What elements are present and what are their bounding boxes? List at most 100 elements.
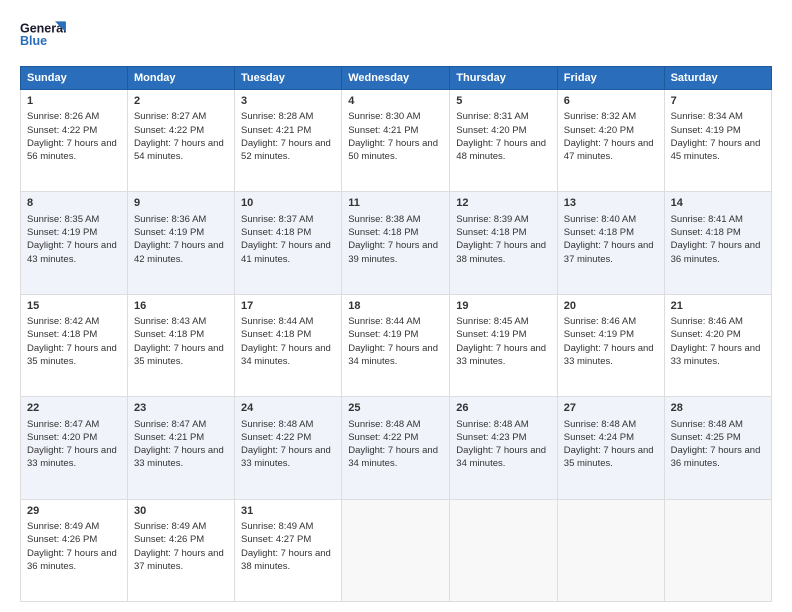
calendar-cell: 23Sunrise: 8:47 AMSunset: 4:21 PMDayligh… [127, 397, 234, 499]
sunrise-text: Sunrise: 8:43 AM [134, 316, 206, 327]
calendar-cell: 22Sunrise: 8:47 AMSunset: 4:20 PMDayligh… [21, 397, 128, 499]
calendar-cell: 16Sunrise: 8:43 AMSunset: 4:18 PMDayligh… [127, 294, 234, 396]
calendar-week-row: 1 Sunrise: 8:26 AM Sunset: 4:22 PM Daylight… [21, 90, 772, 192]
calendar-cell: 30Sunrise: 8:49 AMSunset: 4:26 PMDayligh… [127, 499, 234, 601]
daylight-text: Daylight: 7 hours and 47 minutes. [564, 138, 654, 162]
calendar-cell: 18Sunrise: 8:44 AMSunset: 4:19 PMDayligh… [342, 294, 450, 396]
sunset-text: Sunset: 4:22 PM [348, 432, 418, 443]
sunrise-text: Sunrise: 8:36 AM [134, 214, 206, 225]
calendar-cell: 2Sunrise: 8:27 AMSunset: 4:22 PMDaylight… [127, 90, 234, 192]
sunset-text: Sunset: 4:19 PM [456, 329, 526, 340]
day-number: 31 [241, 504, 335, 519]
sunset-text: Sunset: 4:18 PM [27, 329, 97, 340]
daylight-text: Daylight: 7 hours and 33 minutes. [27, 445, 117, 469]
sunrise-text: Sunrise: 8:31 AM [456, 111, 528, 122]
sunset-text: Sunset: 4:21 PM [134, 432, 204, 443]
calendar-week-row: 22Sunrise: 8:47 AMSunset: 4:20 PMDayligh… [21, 397, 772, 499]
calendar-table: Sunday Monday Tuesday Wednesday Thursday… [20, 66, 772, 602]
sunset-text: Sunset: 4:21 PM [241, 125, 311, 136]
day-number: 16 [134, 299, 228, 314]
calendar-cell: 13Sunrise: 8:40 AMSunset: 4:18 PMDayligh… [557, 192, 664, 294]
day-number: 6 [564, 94, 658, 109]
sunrise-text: Sunrise: 8:49 AM [27, 521, 99, 532]
sunset-text: Sunset: 4:18 PM [241, 227, 311, 238]
sunrise-text: Sunrise: 8:32 AM [564, 111, 636, 122]
daylight-text: Daylight: 7 hours and 38 minutes. [241, 548, 331, 572]
day-number: 21 [671, 299, 765, 314]
sunset-text: Sunset: 4:20 PM [27, 432, 97, 443]
day-number: 24 [241, 401, 335, 416]
daylight-text: Daylight: 7 hours and 33 minutes. [564, 343, 654, 367]
day-number: 19 [456, 299, 550, 314]
daylight-text: Daylight: 7 hours and 35 minutes. [564, 445, 654, 469]
calendar-cell: 25Sunrise: 8:48 AMSunset: 4:22 PMDayligh… [342, 397, 450, 499]
daylight-text: Daylight: 7 hours and 37 minutes. [564, 240, 654, 264]
calendar-cell: 31 Sunrise: 8:49 AM Sunset: 4:27 PM Dayligh… [235, 499, 342, 601]
sunrise-text: Sunrise: 8:39 AM [456, 214, 528, 225]
calendar-cell: 3Sunrise: 8:28 AMSunset: 4:21 PMDaylight… [235, 90, 342, 192]
sunset-text: Sunset: 4:20 PM [564, 125, 634, 136]
sunset-text: Sunset: 4:22 PM [241, 432, 311, 443]
daylight-text: Daylight: 7 hours and 33 minutes. [241, 445, 331, 469]
daylight-text: Daylight: 7 hours and 34 minutes. [348, 343, 438, 367]
col-friday: Friday [557, 67, 664, 90]
day-number: 20 [564, 299, 658, 314]
calendar-week-row: 8Sunrise: 8:35 AMSunset: 4:19 PMDaylight… [21, 192, 772, 294]
sunrise-text: Sunrise: 8:49 AM [134, 521, 206, 532]
sunset-text: Sunset: 4:27 PM [241, 534, 311, 545]
sunset-text: Sunset: 4:20 PM [671, 329, 741, 340]
calendar-cell: 5Sunrise: 8:31 AMSunset: 4:20 PMDaylight… [450, 90, 557, 192]
sunrise-text: Sunrise: 8:49 AM [241, 521, 313, 532]
sunrise-text: Sunrise: 8:27 AM [134, 111, 206, 122]
sunrise-text: Sunrise: 8:48 AM [671, 419, 743, 430]
day-number: 1 [27, 94, 121, 109]
calendar-cell: 17Sunrise: 8:44 AMSunset: 4:18 PMDayligh… [235, 294, 342, 396]
sunrise-text: Sunrise: 8:44 AM [241, 316, 313, 327]
col-saturday: Saturday [664, 67, 771, 90]
calendar-cell: 7Sunrise: 8:34 AMSunset: 4:19 PMDaylight… [664, 90, 771, 192]
col-wednesday: Wednesday [342, 67, 450, 90]
sunset-text: Sunset: 4:21 PM [348, 125, 418, 136]
calendar-cell: 9Sunrise: 8:36 AMSunset: 4:19 PMDaylight… [127, 192, 234, 294]
day-number: 12 [456, 196, 550, 211]
day-number: 7 [671, 94, 765, 109]
day-number: 27 [564, 401, 658, 416]
calendar-cell: 10Sunrise: 8:37 AMSunset: 4:18 PMDayligh… [235, 192, 342, 294]
col-sunday: Sunday [21, 67, 128, 90]
day-number: 25 [348, 401, 443, 416]
logo-icon: General Blue [20, 16, 70, 56]
day-number: 8 [27, 196, 121, 211]
calendar-cell: 20Sunrise: 8:46 AMSunset: 4:19 PMDayligh… [557, 294, 664, 396]
sunrise-text: Sunrise: 8:34 AM [671, 111, 743, 122]
daylight-text: Daylight: 7 hours and 35 minutes. [27, 343, 117, 367]
sunrise-text: Sunrise: 8:40 AM [564, 214, 636, 225]
sunrise-text: Sunrise: 8:44 AM [348, 316, 420, 327]
daylight-text: Daylight: 7 hours and 33 minutes. [671, 343, 761, 367]
sunrise-text: Sunrise: 8:26 AM [27, 111, 99, 122]
page: General Blue Sunday Monday Tuesday Wedne… [0, 0, 792, 612]
svg-text:Blue: Blue [20, 34, 47, 48]
sunrise-text: Sunrise: 8:47 AM [27, 419, 99, 430]
sunrise-text: Sunrise: 8:35 AM [27, 214, 99, 225]
day-number: 29 [27, 504, 121, 519]
sunset-text: Sunset: 4:18 PM [564, 227, 634, 238]
calendar-cell: 4Sunrise: 8:30 AMSunset: 4:21 PMDaylight… [342, 90, 450, 192]
calendar-cell: 21Sunrise: 8:46 AMSunset: 4:20 PMDayligh… [664, 294, 771, 396]
day-number: 23 [134, 401, 228, 416]
sunset-text: Sunset: 4:22 PM [134, 125, 204, 136]
sunset-text: Sunset: 4:19 PM [564, 329, 634, 340]
daylight-text: Daylight: 7 hours and 34 minutes. [241, 343, 331, 367]
sunset-text: Sunset: 4:18 PM [241, 329, 311, 340]
daylight-text: Daylight: 7 hours and 43 minutes. [27, 240, 117, 264]
daylight-text: Daylight: 7 hours and 56 minutes. [27, 138, 117, 162]
sunrise-text: Sunrise: 8:47 AM [134, 419, 206, 430]
sunrise-text: Sunrise: 8:48 AM [564, 419, 636, 430]
sunset-text: Sunset: 4:18 PM [134, 329, 204, 340]
daylight-text: Daylight: 7 hours and 50 minutes. [348, 138, 438, 162]
sunset-text: Sunset: 4:26 PM [134, 534, 204, 545]
sunrise-text: Sunrise: 8:48 AM [456, 419, 528, 430]
header: General Blue [20, 16, 772, 56]
daylight-text: Daylight: 7 hours and 36 minutes. [671, 445, 761, 469]
sunrise-text: Sunrise: 8:37 AM [241, 214, 313, 225]
calendar-cell [450, 499, 557, 601]
